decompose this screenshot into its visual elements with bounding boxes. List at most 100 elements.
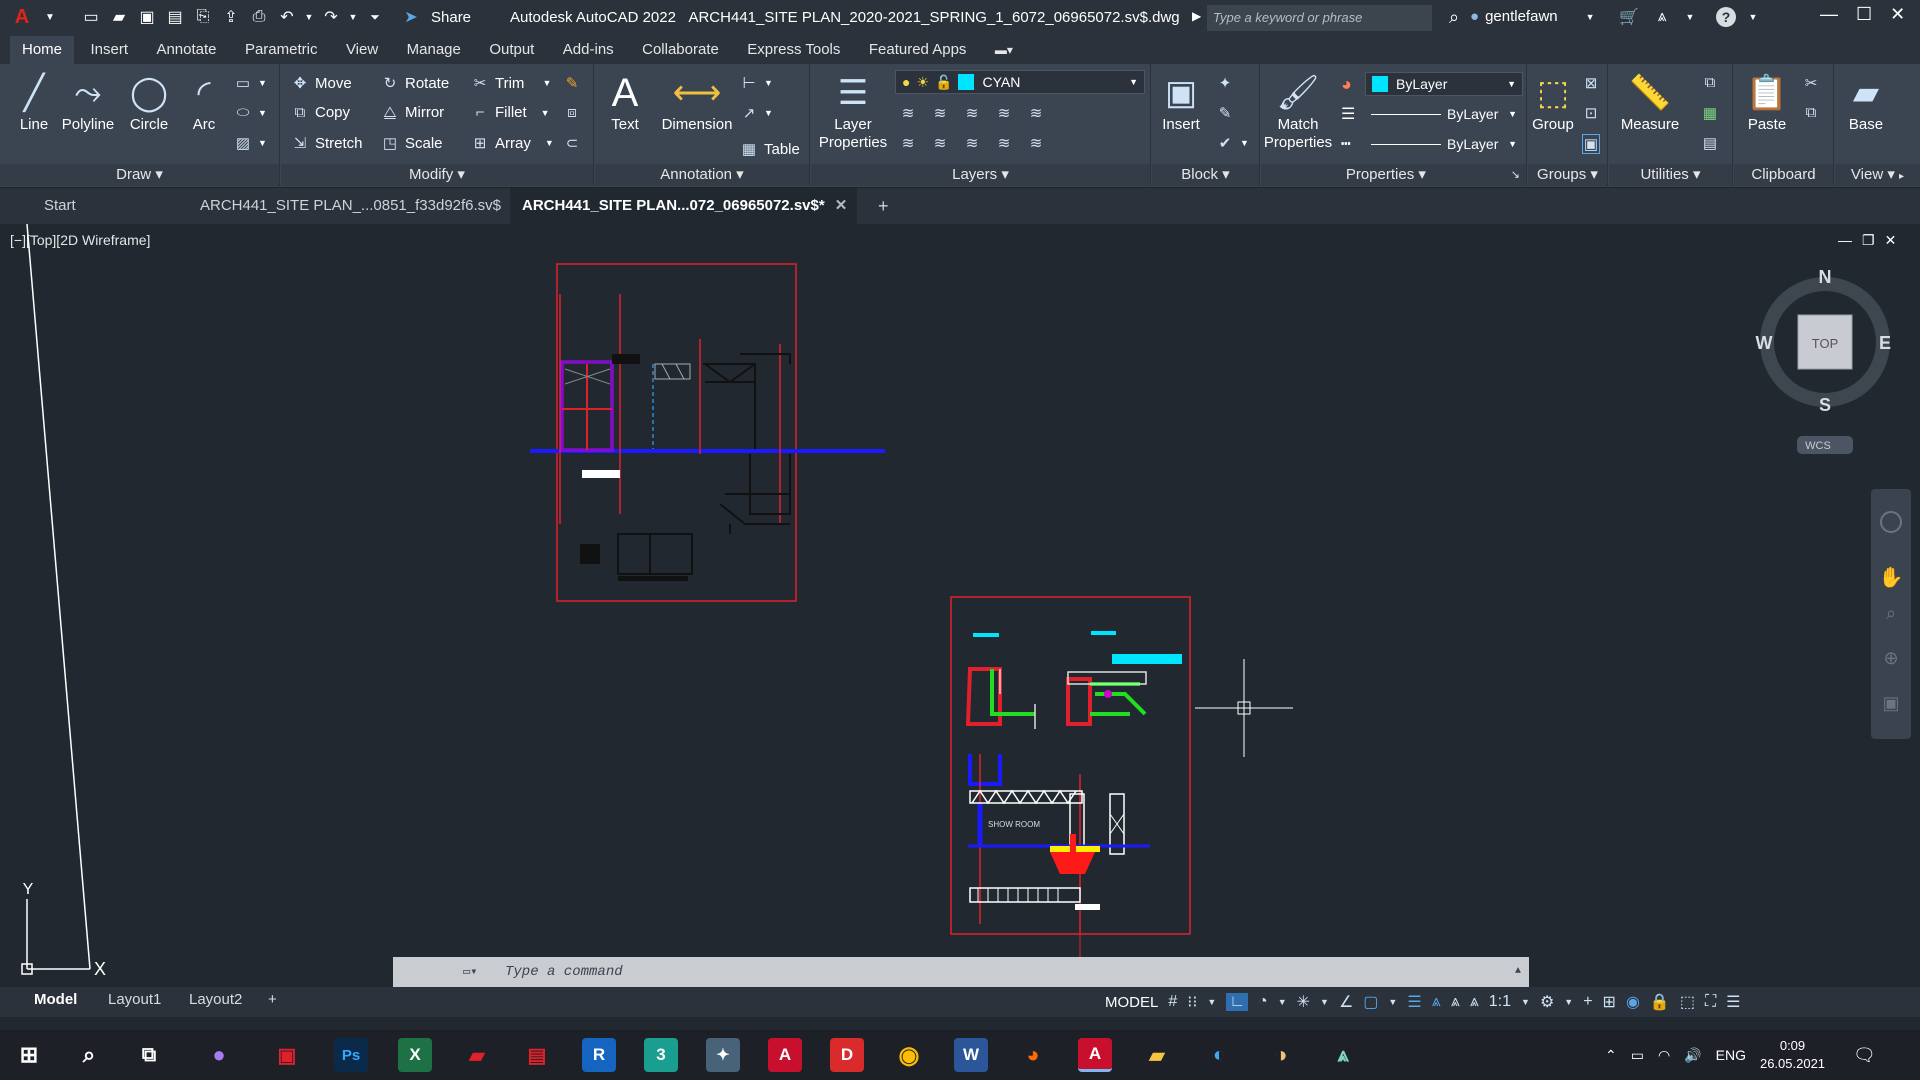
scale-button[interactable]: ◳ Scale [381, 134, 443, 153]
tab-view[interactable]: View [334, 36, 390, 64]
panel-annotation-title[interactable]: Annotation ▾ [595, 164, 809, 186]
layer-off-icon[interactable]: ≋ [899, 134, 917, 152]
create-block-button[interactable]: ✦ [1216, 74, 1234, 92]
text-button[interactable]: A Text [605, 70, 645, 133]
hatch-button[interactable]: ⬭ ▼ [234, 104, 267, 121]
layer-previous-icon[interactable]: ≋ [931, 104, 949, 122]
app-design-icon[interactable]: D [830, 1038, 864, 1072]
tab-home[interactable]: Home [10, 36, 75, 64]
linetype-dropdown[interactable]: ByLayer ▼ [1365, 102, 1523, 126]
tab-parametric[interactable]: Parametric [233, 36, 330, 64]
tab-featured-apps[interactable]: Featured Apps [857, 36, 979, 64]
base-view-button[interactable]: ▰ Base [1841, 70, 1891, 133]
tray-expand-icon[interactable]: ⌃ [1605, 1047, 1617, 1064]
auto-scale-icon[interactable]: ⩓ [1451, 993, 1460, 1011]
app-presentation-icon[interactable]: ▰ [460, 1038, 494, 1072]
language-indicator[interactable]: ENG [1716, 1047, 1746, 1063]
notifications-icon[interactable]: 🗨 [1853, 1045, 1876, 1066]
wifi-icon[interactable]: ◠ [1658, 1047, 1670, 1064]
erase-button[interactable]: ✎ [563, 74, 581, 92]
task-view-icon[interactable]: ⧉ [132, 1038, 166, 1072]
cart-icon[interactable]: 🛒 [1618, 6, 1640, 28]
ortho-icon[interactable]: ∟ [1226, 993, 1249, 1011]
tab-addins[interactable]: Add-ins [551, 36, 626, 64]
redo-dropdown-icon[interactable]: ▼ [348, 6, 358, 28]
calculator-button[interactable]: ▤ [1701, 134, 1719, 152]
layer-lock-tool-icon[interactable]: ≋ [995, 104, 1013, 122]
circle-button[interactable]: ◯ Circle [124, 70, 174, 133]
copy-button[interactable]: ⧉ Copy [291, 104, 350, 121]
array-button[interactable]: ⊞ Array ▼ [471, 134, 554, 153]
ribbon-options-icon[interactable]: ▸ [1899, 171, 1904, 182]
new-tab-button[interactable]: + [866, 188, 889, 224]
tab-annotate[interactable]: Annotate [144, 36, 228, 64]
lineweight-dropdown[interactable]: ByLayer ▼ [1365, 132, 1523, 156]
clock[interactable]: 0:09 26.05.2021 [1760, 1037, 1825, 1073]
app-paint-icon[interactable]: ◕ [1016, 1038, 1050, 1072]
battery-icon[interactable]: ▭ [1631, 1047, 1644, 1064]
share-button[interactable]: ➤ Share [397, 6, 471, 28]
app-assistant-icon[interactable]: ● [202, 1038, 236, 1072]
object-snap-dropdown-icon[interactable]: ▼ [1388, 997, 1397, 1007]
panel-utilities-title[interactable]: Utilities ▾ [1609, 164, 1732, 186]
cut-button[interactable]: ✂ [1802, 74, 1820, 92]
trim-button[interactable]: ✂ Trim ▼ [471, 74, 552, 93]
explode-button[interactable]: ⧈ [563, 104, 581, 121]
group-edit-button[interactable]: ⊡ [1582, 104, 1600, 122]
properties-launcher-icon[interactable]: ↘ [1511, 164, 1520, 186]
dimension-button[interactable]: ⟷ Dimension [657, 70, 737, 133]
match-properties-button[interactable]: 🖌 Match Properties [1263, 70, 1333, 152]
panel-modify-title[interactable]: Modify ▾ [281, 164, 593, 186]
panel-layers-title[interactable]: Layers ▾ [811, 164, 1150, 186]
polar-dropdown-icon[interactable]: ▼ [1278, 997, 1287, 1007]
isodraft-dropdown-icon[interactable]: ▼ [1320, 997, 1329, 1007]
edit-block-button[interactable]: ✎ [1216, 104, 1234, 122]
user-account[interactable]: ● gentlefawn ▼ [1470, 8, 1595, 25]
measure-button[interactable]: 📏 Measure [1613, 70, 1687, 133]
export-icon[interactable]: ⇪ [220, 6, 242, 28]
app-acrobat-icon[interactable]: ▤ [520, 1038, 554, 1072]
app-sketchup-icon[interactable]: ◐ [1202, 1038, 1236, 1072]
layer-merge-icon[interactable]: ≋ [1027, 134, 1045, 152]
model-space-button[interactable]: MODEL [1105, 994, 1158, 1011]
panel-draw-title[interactable]: Draw ▾ [0, 164, 279, 186]
tab-collaborate[interactable]: Collaborate [630, 36, 731, 64]
group-button[interactable]: ⬚ Group [1528, 70, 1578, 133]
app-manager-icon[interactable]: ✦ [706, 1038, 740, 1072]
panel-properties-title[interactable]: Properties ▾ ↘ [1261, 164, 1526, 186]
command-input[interactable]: ▭▾ Type a command ▲ [393, 957, 1529, 987]
compass-north-label[interactable]: N [1819, 267, 1832, 287]
save-as-icon[interactable]: ▤ [164, 6, 186, 28]
grid-icon[interactable]: # [1168, 993, 1177, 1011]
layer-unisolate-icon[interactable]: ≋ [963, 134, 981, 152]
autocad-logo-icon[interactable]: A [11, 6, 33, 28]
tab-drawing-2[interactable]: ARCH441_SITE PLAN...072_06965072.sv$* ✕ [510, 188, 858, 224]
snap-icon[interactable]: ⁝⁝ [1187, 992, 1197, 1012]
annotation-scale-value[interactable]: 1:1 [1489, 993, 1511, 1011]
copy-clip-button[interactable]: ⧉ [1802, 104, 1820, 121]
app-autocad-icon-1[interactable]: A [768, 1038, 802, 1072]
viewcube-top-label[interactable]: TOP [1812, 336, 1839, 351]
a360-dropdown-icon[interactable]: ▼ [1679, 6, 1701, 28]
close-icon[interactable]: ✕ [1890, 4, 1905, 25]
tab-model[interactable]: Model [34, 991, 77, 1008]
tab-insert[interactable]: Insert [78, 36, 140, 64]
drawing-canvas[interactable]: [−][Top][2D Wireframe] — ❐ ✕ SHOW ROOM Y… [0, 224, 1920, 984]
scale-dropdown-icon[interactable]: ▼ [1521, 997, 1530, 1007]
ungroup-button[interactable]: ⊠ [1582, 74, 1600, 92]
isolate-objects-icon[interactable]: ⬚ [1680, 992, 1695, 1012]
app-autodesk-icon[interactable]: ⩓ [1326, 1038, 1360, 1072]
app-pdf-reader-icon[interactable]: ▣ [270, 1038, 304, 1072]
volume-icon[interactable]: 🔊 [1684, 1047, 1701, 1064]
tab-manage[interactable]: Manage [395, 36, 473, 64]
snap-dropdown-icon[interactable]: ▼ [1207, 997, 1216, 1007]
undo-icon[interactable]: ↶ [276, 6, 298, 28]
app-photoshop-icon[interactable]: Ps [334, 1038, 368, 1072]
app-word-icon[interactable]: W [954, 1038, 988, 1072]
panel-view-title[interactable]: View ▾ ▸ [1835, 164, 1920, 186]
layer-unlock-icon[interactable]: ≋ [995, 134, 1013, 152]
taskbar-search-icon[interactable]: ⌕ [72, 1038, 106, 1072]
color-dropdown[interactable]: ByLayer ▼ [1365, 72, 1523, 96]
redo-icon[interactable]: ↷ [320, 6, 342, 28]
panel-groups-title[interactable]: Groups ▾ [1528, 164, 1607, 186]
